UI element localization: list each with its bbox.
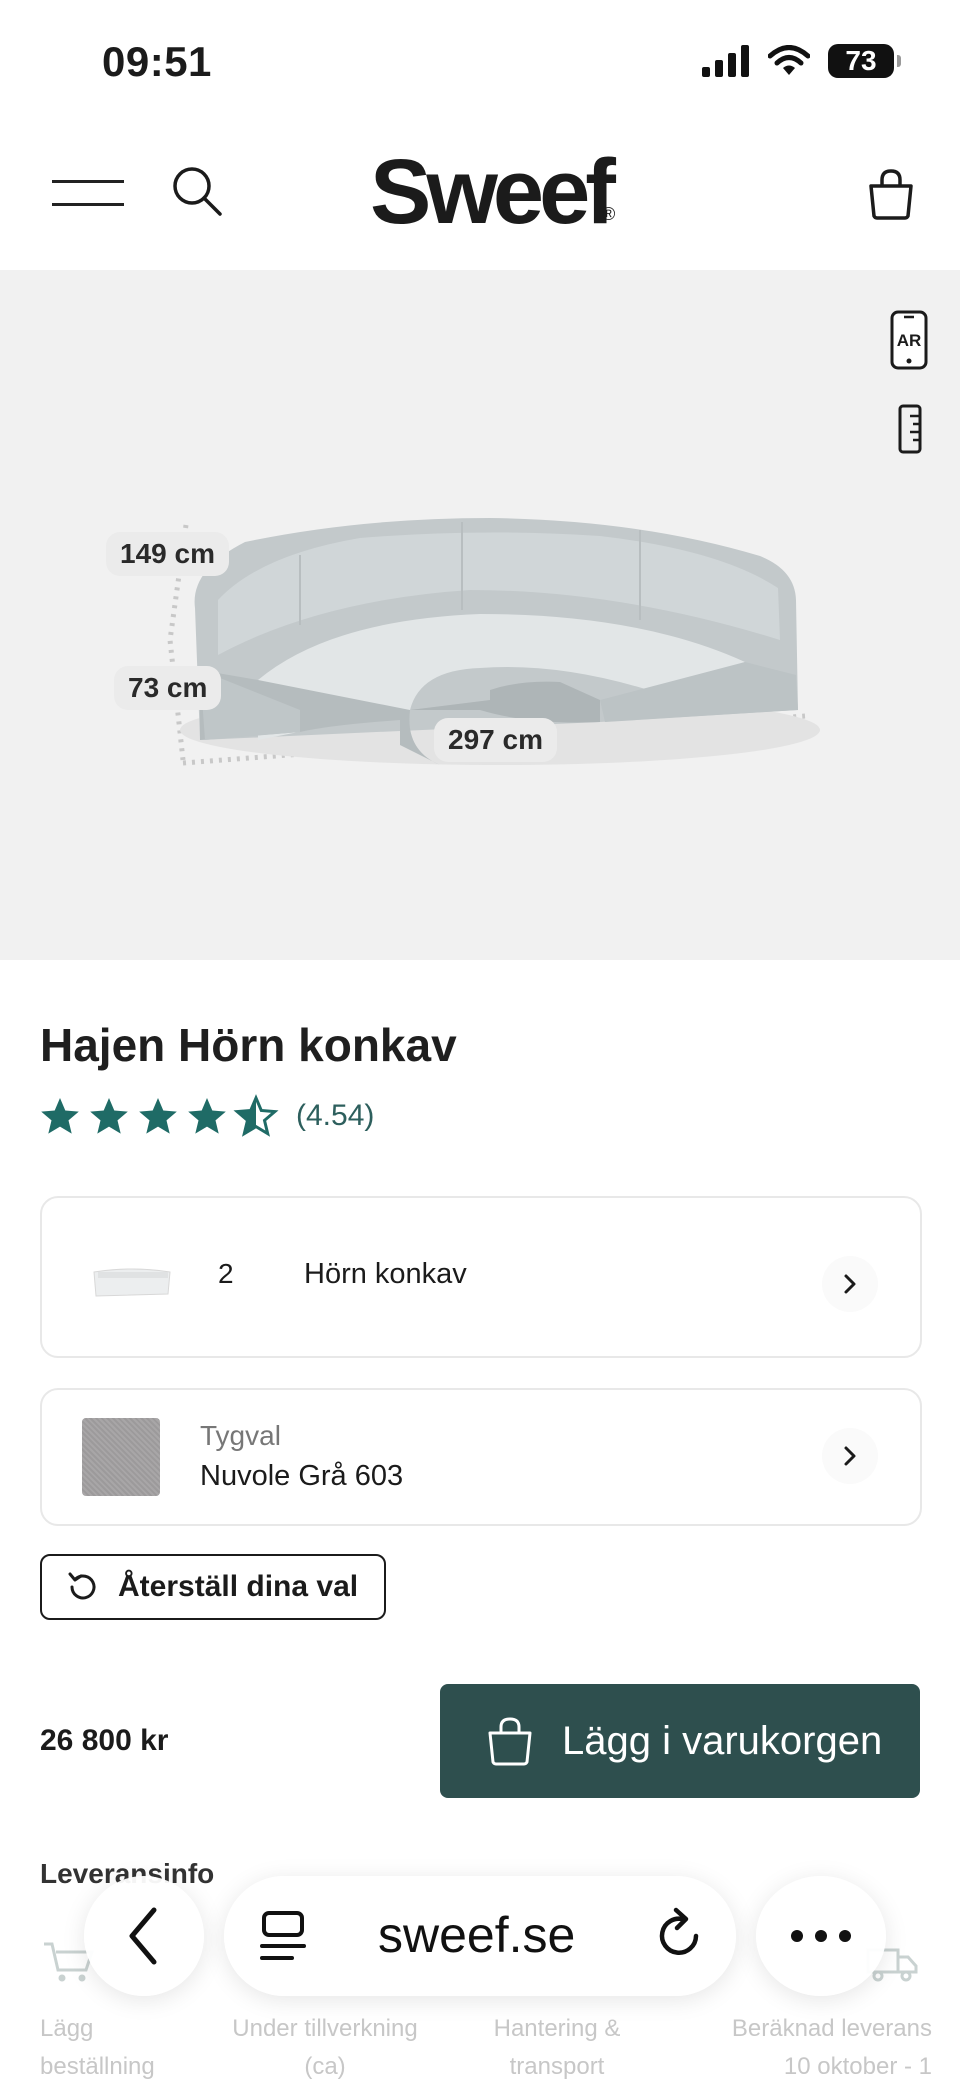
dimension-depth-label: 149 cm bbox=[106, 532, 229, 576]
rating-stars bbox=[41, 1096, 277, 1136]
chevron-right-icon bbox=[844, 1274, 856, 1294]
module-quantity: 2 bbox=[218, 1258, 234, 1289]
shopping-bag-icon[interactable] bbox=[866, 168, 916, 220]
search-icon[interactable] bbox=[170, 164, 224, 218]
delivery-step: Hantering & transport bbox=[470, 2010, 644, 2086]
more-button[interactable] bbox=[756, 1876, 886, 1996]
delivery-step-line: Hantering & bbox=[493, 2015, 621, 2042]
star-icon bbox=[188, 1098, 226, 1134]
star-icon bbox=[41, 1098, 79, 1134]
chevron-left-icon bbox=[129, 1907, 157, 1965]
delivery-step-line: Beräknad leverans bbox=[731, 2015, 932, 2042]
back-button[interactable] bbox=[84, 1876, 204, 1996]
shopping-bag-icon bbox=[488, 1717, 532, 1766]
add-to-cart-button[interactable]: Lägg i varukorgen bbox=[440, 1684, 920, 1798]
menu-icon-line bbox=[52, 203, 124, 206]
reset-icon bbox=[68, 1572, 96, 1600]
product-price: 26 800 kr bbox=[40, 1724, 169, 1757]
delivery-step: Lägg beställning bbox=[40, 2010, 155, 2086]
tabs-icon bbox=[260, 1911, 306, 1960]
fabric-swatch bbox=[82, 1418, 160, 1496]
wifi-icon bbox=[768, 45, 810, 75]
module-chevron[interactable] bbox=[822, 1256, 878, 1312]
delivery-step-line: (ca) bbox=[304, 2053, 346, 2080]
delivery-step-line: Under tillverkning bbox=[232, 2015, 418, 2042]
fabric-value: Nuvole Grå 603 bbox=[200, 1460, 404, 1492]
module-selector[interactable]: 2 Hörn konkav bbox=[40, 1196, 922, 1358]
status-icons: 73 bbox=[702, 44, 901, 78]
add-to-cart-label: Lägg i varukorgen bbox=[562, 1718, 883, 1763]
menu-button[interactable] bbox=[52, 180, 124, 210]
site-header: Sweef ® bbox=[0, 120, 960, 270]
module-thumbnail bbox=[93, 1268, 171, 1297]
fabric-selector[interactable]: Tygval Nuvole Grå 603 bbox=[40, 1388, 922, 1526]
fabric-label: Tygval bbox=[200, 1420, 281, 1451]
sweef-logo[interactable]: Sweef bbox=[370, 140, 616, 245]
product-image-stage[interactable]: AR 149 cm 73 cm 297 cm bbox=[0, 270, 960, 960]
signal-icon bbox=[702, 45, 749, 77]
product-title: Hajen Hörn konkav bbox=[40, 1019, 457, 1071]
menu-icon-line bbox=[52, 180, 124, 183]
registered-mark: ® bbox=[602, 204, 616, 224]
module-name: Hörn konkav bbox=[304, 1258, 467, 1290]
reset-selections-button[interactable]: Återställ dina val bbox=[40, 1554, 386, 1620]
dimension-height-label: 73 cm bbox=[114, 666, 222, 710]
status-time: 09:51 bbox=[102, 38, 212, 85]
chevron-right-icon bbox=[844, 1446, 856, 1466]
ellipsis-icon bbox=[791, 1930, 851, 1942]
reset-label: Återställ dina val bbox=[118, 1570, 359, 1603]
delivery-step-line: 10 oktober - 1 bbox=[783, 2053, 932, 2080]
delivery-step-line: Lägg bbox=[40, 2015, 94, 2042]
delivery-step: Beräknad leverans 10 oktober - 1 bbox=[700, 2010, 932, 2086]
star-icon bbox=[90, 1098, 128, 1134]
battery-indicator: 73 bbox=[828, 44, 901, 78]
half-star-icon bbox=[235, 1096, 277, 1136]
rating-value: (4.54) bbox=[296, 1099, 375, 1132]
star-icon bbox=[139, 1098, 177, 1134]
url-text[interactable]: sweef.se bbox=[378, 1906, 575, 1964]
sofa-illustration bbox=[167, 518, 820, 766]
delivery-step: Under tillverkning (ca) bbox=[210, 2010, 440, 2086]
dimension-width-label: 297 cm bbox=[434, 718, 557, 762]
delivery-step-line: beställning bbox=[40, 2053, 155, 2080]
product-rating[interactable]: (4.54) bbox=[40, 1094, 374, 1138]
address-bar[interactable]: sweef.se bbox=[224, 1876, 736, 1996]
fabric-chevron[interactable] bbox=[822, 1428, 878, 1484]
reload-icon[interactable] bbox=[652, 1906, 708, 1966]
delivery-step-line: transport bbox=[509, 2053, 605, 2080]
